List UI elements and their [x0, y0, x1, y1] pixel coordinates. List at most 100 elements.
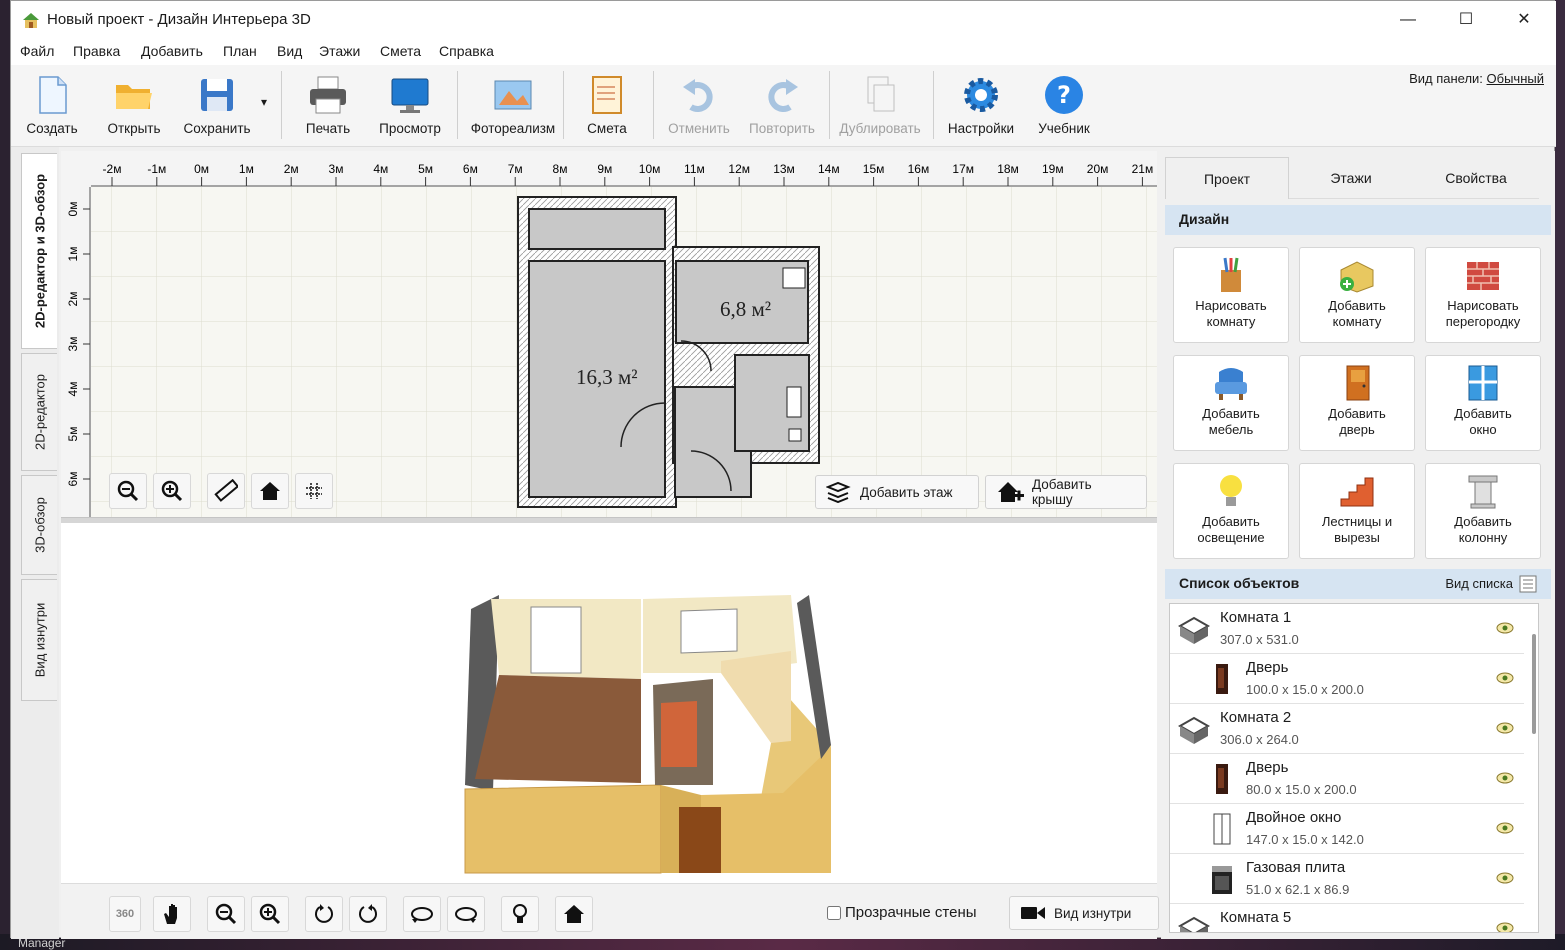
close-button[interactable]: ✕: [1495, 1, 1553, 39]
add-floor-label: Добавить этаж: [860, 484, 953, 500]
tab-floors[interactable]: Этажи: [1289, 157, 1413, 199]
rotate-right-button[interactable]: [349, 896, 387, 932]
draw-partition-button[interactable]: Нарисовать перегородку: [1425, 247, 1541, 343]
ruler-icon: [214, 479, 238, 502]
orbit-right-button[interactable]: [447, 896, 485, 932]
object-list: Комната 1 307.0 x 531.0 Дверь 100.0 x 15.0 …: [1169, 603, 1539, 933]
transparent-walls-toggle[interactable]: Прозрачные стены: [827, 904, 977, 921]
menu-estimate[interactable]: Смета: [380, 43, 421, 59]
home-plan-button[interactable]: [251, 473, 289, 509]
tab-project[interactable]: Проект: [1165, 157, 1289, 199]
zoom-in-3d-button[interactable]: [251, 896, 289, 932]
zoom-out-3d-button[interactable]: [207, 896, 245, 932]
toolbar-separator: [563, 71, 564, 139]
tab-2d-and-3d[interactable]: 2D-редактор и 3D-обзор: [21, 153, 57, 349]
open-button[interactable]: Открыть: [99, 69, 169, 141]
ruler-x-label: 12м: [728, 162, 750, 176]
duplicate-button[interactable]: Дублировать: [835, 69, 925, 141]
view-3d[interactable]: [61, 523, 1157, 883]
add-floor-button[interactable]: Добавить этаж: [815, 475, 979, 509]
plan-editor[interactable]: -2м -1м 0м 1м 2м 3м 4м 5м 6м 7м 8м 9м 10м 11м 12м 13м 14…: [61, 151, 1157, 519]
visibility-eye-icon[interactable]: [1496, 722, 1514, 734]
armchair-icon: [1215, 368, 1247, 400]
tab-inside-view[interactable]: Вид изнутри: [21, 579, 57, 701]
orbit-right-icon: [455, 907, 477, 923]
undo-button[interactable]: Отменить: [663, 69, 735, 141]
preview-button[interactable]: Просмотр: [375, 69, 445, 141]
tab-inside-view-label: Вид изнутри: [32, 602, 47, 678]
add-column-label-1: Добавить: [1454, 514, 1512, 529]
zoom-in-button[interactable]: [153, 473, 191, 509]
tab-3d-view[interactable]: 3D-обзор: [21, 475, 57, 575]
menu-help[interactable]: Справка: [439, 43, 494, 59]
maximize-button[interactable]: ☐: [1437, 1, 1495, 39]
rotate-360-button[interactable]: 360: [109, 896, 141, 932]
list-item[interactable]: Газовая плита 51.0 x 62.1 x 86.9: [1170, 854, 1524, 904]
add-window-button[interactable]: Добавить окно: [1425, 355, 1541, 451]
add-roof-button[interactable]: Добавить крышу: [985, 475, 1147, 509]
video-camera-icon: [1021, 907, 1045, 919]
save-button[interactable]: Сохранить: [179, 69, 255, 141]
object-list-scrollbar[interactable]: [1532, 634, 1536, 734]
list-item[interactable]: Комната 2 306.0 x 264.0: [1170, 704, 1524, 754]
redo-button[interactable]: Повторить: [745, 69, 819, 141]
lighting-button[interactable]: [501, 896, 539, 932]
grid-toggle-button[interactable]: [295, 473, 333, 509]
menu-floors[interactable]: Этажи: [319, 43, 360, 59]
minimize-button[interactable]: —: [1379, 1, 1437, 39]
measure-button[interactable]: [207, 473, 245, 509]
ruler-x-label: 16м: [908, 162, 930, 176]
photorealism-button[interactable]: Фотореализм: [463, 69, 563, 141]
orbit-left-button[interactable]: [403, 896, 441, 932]
list-item[interactable]: Комната 1 307.0 x 531.0: [1170, 604, 1524, 654]
list-item[interactable]: Комната 5: [1170, 904, 1524, 933]
add-lighting-button[interactable]: Добавить освещение: [1173, 463, 1289, 559]
add-furniture-button[interactable]: Добавить мебель: [1173, 355, 1289, 451]
ruler-x-label: 1м: [239, 162, 254, 176]
list-item[interactable]: Двойное окно 147.0 x 15.0 x 142.0: [1170, 804, 1524, 854]
estimate-button[interactable]: Смета: [577, 69, 637, 141]
visibility-eye-icon[interactable]: [1496, 872, 1514, 884]
room-icon: [1177, 712, 1211, 746]
list-item[interactable]: Дверь 100.0 x 15.0 x 200.0: [1170, 654, 1524, 704]
list-item[interactable]: Дверь 80.0 x 15.0 x 200.0: [1170, 754, 1524, 804]
tab-2d-editor[interactable]: 2D-редактор: [21, 353, 57, 471]
rotate-left-button[interactable]: [305, 896, 343, 932]
add-room-button[interactable]: Добавить комнату: [1299, 247, 1415, 343]
add-column-button[interactable]: Добавить колонну: [1425, 463, 1541, 559]
visibility-eye-icon[interactable]: [1496, 672, 1514, 684]
visibility-eye-icon[interactable]: [1496, 822, 1514, 834]
inside-view-button[interactable]: Вид изнутри: [1009, 896, 1159, 930]
zoom-out-button[interactable]: [109, 473, 147, 509]
panel-view-link[interactable]: Обычный: [1487, 71, 1544, 86]
model-3d-render: [464, 595, 831, 874]
add-door-button[interactable]: Добавить дверь: [1299, 355, 1415, 451]
menu-view[interactable]: Вид: [277, 43, 302, 59]
draw-room-button[interactable]: Нарисовать комнату: [1173, 247, 1289, 343]
menu-edit[interactable]: Правка: [73, 43, 120, 59]
tab-properties[interactable]: Свойства: [1413, 157, 1539, 199]
duplicate-label: Дублировать: [839, 121, 921, 136]
ruler-x-label: 7м: [508, 162, 523, 176]
ruler-x-label: 15м: [863, 162, 885, 176]
stairs-cutouts-button[interactable]: Лестницы и вырезы: [1299, 463, 1415, 559]
save-dropdown-arrow[interactable]: ▾: [261, 95, 267, 109]
create-button[interactable]: Создать: [19, 69, 85, 141]
menu-file[interactable]: Файл: [20, 43, 54, 59]
print-button[interactable]: Печать: [295, 69, 361, 141]
visibility-eye-icon[interactable]: [1496, 772, 1514, 784]
menu-add[interactable]: Добавить: [141, 43, 203, 59]
pan-button[interactable]: [153, 896, 191, 932]
settings-button[interactable]: Настройки: [941, 69, 1021, 141]
visibility-eye-icon[interactable]: [1496, 922, 1514, 933]
menu-bar: Файл Правка Добавить План Вид Этажи Смет…: [11, 39, 1556, 65]
tutorial-button[interactable]: ? Учебник: [1031, 69, 1097, 141]
list-view-label[interactable]: Вид списка: [1445, 576, 1513, 591]
menu-plan[interactable]: План: [223, 43, 257, 59]
home-3d-button[interactable]: [555, 896, 593, 932]
draw-partition-label-1: Нарисовать: [1447, 298, 1519, 313]
visibility-eye-icon[interactable]: [1496, 622, 1514, 634]
transparent-walls-checkbox[interactable]: [827, 905, 841, 920]
add-furniture-label-2: мебель: [1208, 422, 1254, 437]
list-view-icon[interactable]: [1519, 575, 1537, 593]
